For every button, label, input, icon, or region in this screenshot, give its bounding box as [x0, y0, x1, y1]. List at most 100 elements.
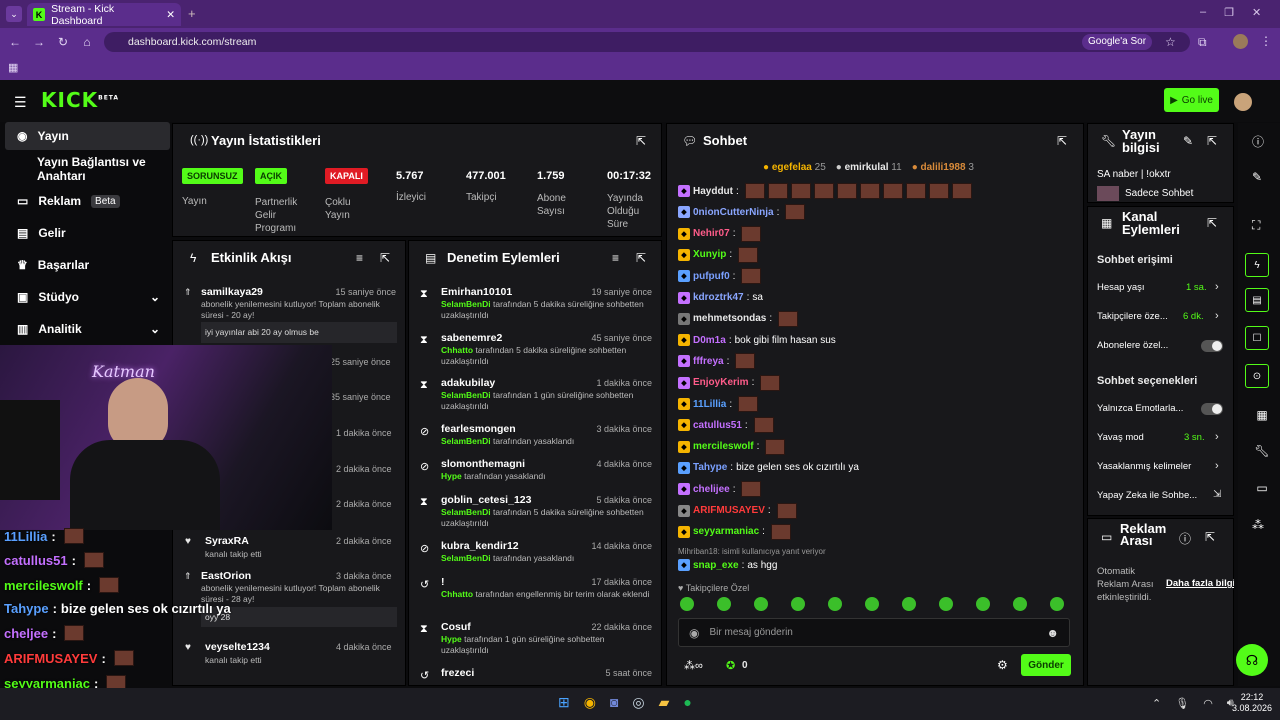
chat-user[interactable]: kdroztrk47: [693, 292, 744, 303]
setting-value[interactable]: 6 dk.: [1183, 311, 1204, 322]
nav-analytics[interactable]: ▥ Analitik ⌄: [5, 315, 170, 343]
popout-icon[interactable]: ⇱: [1207, 216, 1217, 230]
chevron-right-icon[interactable]: ›: [1215, 310, 1219, 322]
quick-emote[interactable]: [754, 597, 768, 611]
chevron-up-icon[interactable]: ⌃: [1152, 697, 1161, 710]
popout-icon[interactable]: ⇱: [1205, 530, 1215, 544]
folder-icon[interactable]: ▰: [659, 694, 670, 711]
quick-emote[interactable]: [1013, 597, 1027, 611]
chat-user[interactable]: EnjoyKerim: [693, 377, 749, 388]
rail-layout-icon[interactable]: ▦: [1250, 403, 1274, 427]
chevron-right-icon[interactable]: ›: [1215, 281, 1219, 293]
chat-user[interactable]: Xunyip: [693, 249, 726, 260]
forward-icon[interactable]: →: [30, 35, 48, 49]
emoji-icon[interactable]: ☻: [1046, 626, 1059, 640]
learn-more-link[interactable]: Daha fazla bilgi: [1166, 578, 1234, 589]
close-tab-icon[interactable]: ✕: [166, 9, 175, 21]
chat-user[interactable]: mehmetsondas: [693, 313, 766, 324]
chat-input[interactable]: ◉ Bir mesaj gönderin ☻: [678, 618, 1070, 647]
chat-user[interactable]: seyyarmaniac: [693, 526, 759, 537]
chat-user[interactable]: mercileswolf: [693, 441, 754, 452]
hamburger-menu-icon[interactable]: ☰: [14, 94, 27, 111]
quick-emote[interactable]: [976, 597, 990, 611]
chat-user[interactable]: Tahype: [693, 462, 727, 473]
nav-stream[interactable]: ◉ Yayın: [5, 122, 170, 150]
subscribers-only-toggle[interactable]: [1201, 340, 1223, 352]
bookmark-star-icon[interactable]: ☆: [1165, 35, 1176, 49]
quick-emote[interactable]: [902, 597, 916, 611]
chevron-right-icon[interactable]: ›: [1215, 460, 1219, 472]
support-headset-icon[interactable]: ☊: [1236, 644, 1268, 676]
rail-wrench-icon[interactable]: 🔧︎: [1250, 439, 1274, 463]
send-button[interactable]: Gönder: [1021, 654, 1071, 676]
user-avatar[interactable]: [1234, 93, 1252, 111]
nav-stream-key[interactable]: Yayın Bağlantısı ve Anahtarı: [5, 155, 170, 183]
filter-icon[interactable]: ≡: [356, 251, 363, 265]
rail-lightning-icon[interactable]: ϟ: [1245, 253, 1269, 277]
emote-only-toggle[interactable]: [1201, 403, 1223, 415]
steam-icon[interactable]: ◎: [632, 694, 644, 711]
minimize-icon[interactable]: –: [1200, 6, 1206, 19]
setting-value[interactable]: 3 sn.: [1184, 432, 1205, 443]
chat-user[interactable]: ARIFMUSAYEV: [693, 505, 765, 516]
chat-user[interactable]: catullus51: [693, 420, 742, 431]
nav-revenue[interactable]: ▤ Gelir: [5, 219, 170, 247]
popout-icon[interactable]: ⇱: [1057, 134, 1067, 148]
chat-user[interactable]: chelijee: [693, 484, 730, 495]
clock[interactable]: 22:12 3.08.2026: [1230, 692, 1274, 714]
popout-icon[interactable]: ⇱: [380, 251, 390, 265]
reload-icon[interactable]: ↻: [54, 35, 72, 49]
chat-user[interactable]: 0nionCutterNinja: [693, 207, 774, 218]
rail-doc-icon[interactable]: ▤: [1245, 288, 1269, 312]
kick-logo[interactable]: KICKBETA: [41, 88, 119, 112]
external-link-icon[interactable]: ⇲: [1213, 489, 1221, 500]
tab-menu-icon[interactable]: ⌄: [6, 6, 22, 22]
nav-studio[interactable]: ▣ Stüdyo ⌄: [5, 283, 170, 311]
setting-value[interactable]: 1 sa.: [1186, 282, 1207, 293]
popout-icon[interactable]: ⇱: [1207, 134, 1217, 148]
chat-user[interactable]: Nehir07: [693, 228, 730, 239]
windows-start-icon[interactable]: ⊞: [558, 694, 570, 711]
chat-user[interactable]: pufpuf0: [693, 271, 730, 282]
go-live-button[interactable]: ▶ Go live: [1164, 88, 1219, 112]
quick-emote[interactable]: [939, 597, 953, 611]
home-icon[interactable]: ⌂: [78, 35, 96, 49]
quick-emote[interactable]: [680, 597, 694, 611]
wifi-icon[interactable]: ◠: [1203, 697, 1213, 710]
new-tab-icon[interactable]: +: [188, 6, 196, 21]
extensions-icon[interactable]: ⧉: [1198, 35, 1207, 50]
popout-icon[interactable]: ⇱: [636, 251, 646, 265]
address-bar[interactable]: dashboard.kick.com/stream: [104, 32, 1190, 52]
rail-chat-icon[interactable]: ☐: [1245, 326, 1269, 350]
quick-emote[interactable]: [828, 597, 842, 611]
chrome-icon[interactable]: ◉: [584, 694, 596, 711]
chat-user[interactable]: Hayddut: [693, 186, 733, 197]
info-icon[interactable]: ⓘ: [1252, 133, 1264, 150]
close-window-icon[interactable]: ✕: [1252, 6, 1261, 19]
rail-more-icon[interactable]: ⁂: [1252, 518, 1264, 532]
points-icon[interactable]: ⁂∞: [684, 659, 703, 672]
chat-user[interactable]: 11Lillia: [693, 399, 726, 410]
quick-emote[interactable]: [717, 597, 731, 611]
rail-broadcast-icon[interactable]: ⊙: [1245, 364, 1269, 388]
info-icon[interactable]: ⓘ: [1179, 530, 1191, 547]
google-ask-button[interactable]: Google'a Sor: [1082, 34, 1153, 50]
nav-ads[interactable]: ▭ Reklam Beta: [5, 187, 170, 215]
popout-icon[interactable]: ⇱: [636, 134, 646, 148]
spotify-icon[interactable]: ●: [683, 694, 691, 711]
mic-icon[interactable]: 🎙︎: [1175, 697, 1189, 710]
settings-gear-icon[interactable]: ⚙: [997, 658, 1008, 672]
browser-tab[interactable]: K Stream - Kick Dashboard ✕: [27, 3, 181, 27]
apps-grid-icon[interactable]: ▦: [8, 61, 18, 74]
filter-icon[interactable]: ≡: [612, 251, 619, 265]
crop-icon[interactable]: ⛶: [1252, 218, 1260, 233]
quick-emote[interactable]: [865, 597, 879, 611]
profile-avatar[interactable]: [1233, 34, 1248, 49]
rail-panel-icon[interactable]: ▭: [1250, 476, 1274, 500]
edit-icon[interactable]: ✎: [1183, 134, 1193, 148]
chat-user[interactable]: fffreya: [693, 356, 724, 367]
edit-icon[interactable]: ✎: [1252, 170, 1262, 184]
quick-emote[interactable]: [791, 597, 805, 611]
maximize-icon[interactable]: ❐: [1224, 6, 1234, 19]
chat-user[interactable]: D0m1a: [693, 335, 726, 346]
